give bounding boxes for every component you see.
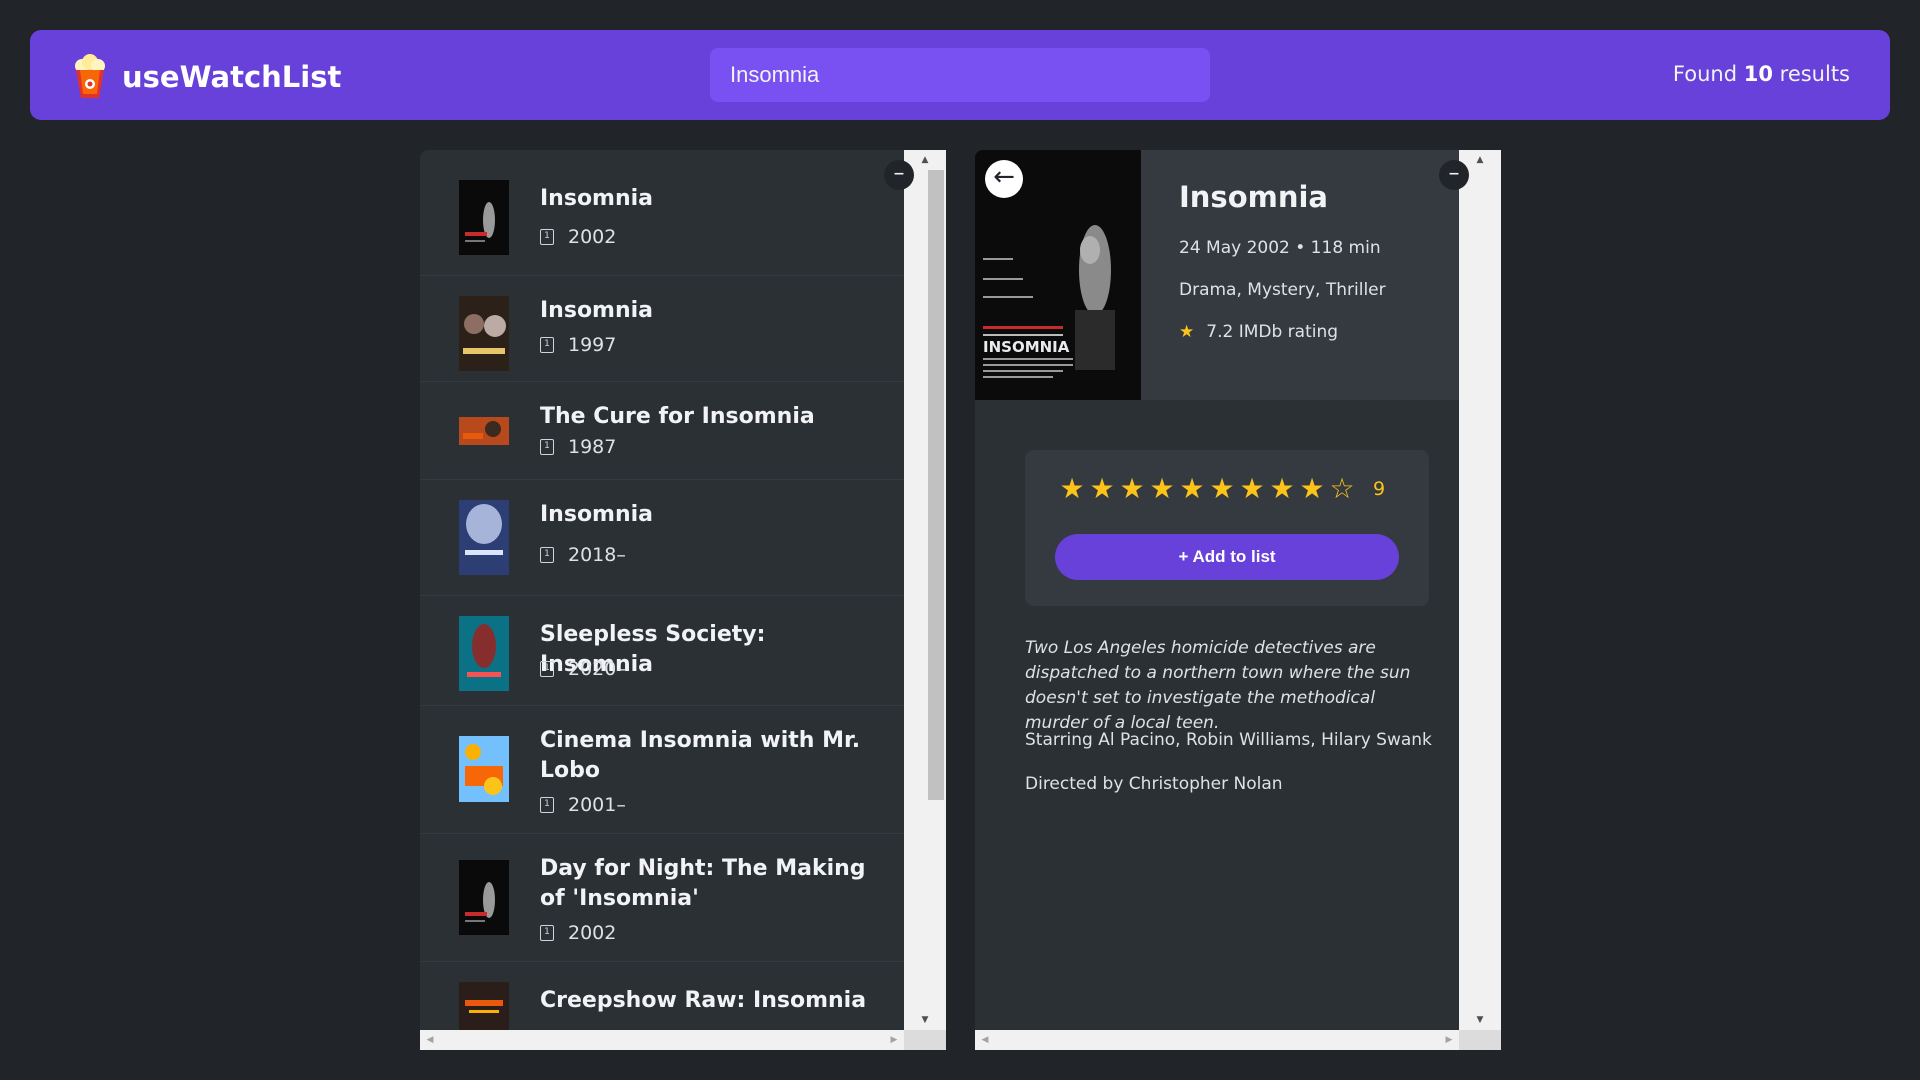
movie-poster — [459, 417, 509, 445]
logo: useWatchList — [72, 54, 341, 100]
movie-list: Insomnia 1 2002 Insomnia 1 1997 The Cure… — [420, 150, 904, 1050]
movie-list-item[interactable]: Day for Night: The Making of 'Insomnia' … — [420, 834, 904, 962]
details-horizontal-scrollbar[interactable]: ◀ ▶ — [975, 1030, 1459, 1050]
details-title: Insomnia — [1179, 180, 1328, 214]
star-filled-icon[interactable]: ★ — [1267, 474, 1297, 504]
movie-list-item[interactable]: Sleepless Society: Insomnia 1 2020– — [420, 596, 904, 706]
star-icon: ★ — [1179, 322, 1195, 342]
star-filled-icon[interactable]: ★ — [1147, 474, 1177, 504]
star-filled-icon[interactable]: ★ — [1237, 474, 1267, 504]
movie-year: 1 1987 — [540, 436, 616, 458]
movie-title: Insomnia — [540, 502, 654, 527]
list-vertical-scrollbar[interactable]: ▲ ▼ — [904, 150, 946, 1030]
star-filled-icon[interactable]: ★ — [1207, 474, 1237, 504]
star-filled-icon[interactable]: ★ — [1177, 474, 1207, 504]
details-director: Directed by Christopher Nolan — [1025, 774, 1283, 794]
details-release-runtime: 24 May 2002 • 118 min — [1179, 238, 1381, 258]
movie-year: 1 2020– — [540, 658, 626, 680]
movie-details-box: INSOMNIA ← Insomnia 24 May 2002 • 118 mi… — [975, 150, 1501, 1050]
movie-year: 1 2002 — [540, 922, 616, 944]
movie-title: Day for Night: The Making of 'Insomnia' — [540, 856, 866, 911]
scroll-down-arrow-icon[interactable]: ▼ — [1459, 1010, 1501, 1030]
movie-list-item[interactable]: Insomnia 1 2018– — [420, 480, 904, 596]
details-starring: Starring Al Pacino, Robin Williams, Hila… — [1025, 730, 1432, 750]
movie-title: Insomnia — [540, 186, 654, 211]
movie-list-item[interactable]: Insomnia 1 1997 — [420, 276, 904, 382]
calendar-icon: 1 — [540, 229, 554, 245]
scrollbar-thumb[interactable] — [928, 170, 944, 800]
popcorn-icon — [75, 54, 105, 98]
details-imdb-rating: ★ 7.2 IMDb rating — [1179, 322, 1339, 342]
movie-poster — [459, 500, 509, 575]
app-title: useWatchList — [122, 60, 342, 94]
add-to-list-button[interactable]: + Add to list — [1055, 534, 1399, 580]
calendar-icon: 1 — [540, 797, 554, 813]
movie-poster — [459, 616, 509, 691]
calendar-icon: 1 — [540, 337, 554, 353]
poster-title-text: INSOMNIA — [983, 338, 1070, 356]
star-filled-icon[interactable]: ★ — [1117, 474, 1147, 504]
movie-poster — [459, 860, 509, 935]
calendar-icon: 1 — [540, 547, 554, 563]
navbar: useWatchList Found 10 results — [30, 30, 1890, 120]
movie-title: Creepshow Raw: Insomnia — [540, 988, 867, 1013]
movie-year: 1 2002 — [540, 226, 616, 248]
movie-poster — [459, 296, 509, 371]
user-rating-value: 9 — [1373, 478, 1386, 500]
movie-list-item[interactable]: Insomnia 1 2002 — [420, 150, 904, 276]
search-input[interactable] — [710, 48, 1210, 102]
rating-box: ★ ★ ★ ★ ★ ★ ★ ★ ★ ☆ 9 + Add to list — [1025, 450, 1429, 606]
scroll-left-arrow-icon[interactable]: ◀ — [420, 1030, 440, 1050]
details-header: INSOMNIA ← Insomnia 24 May 2002 • 118 mi… — [975, 150, 1459, 400]
scroll-right-arrow-icon[interactable]: ▶ — [884, 1030, 904, 1050]
movie-title: Cinema Insomnia with Mr. Lobo — [540, 728, 861, 783]
collapse-details-button[interactable]: – — [1439, 160, 1469, 190]
details-genre: Drama, Mystery, Thriller — [1179, 280, 1386, 300]
movie-year: 1 1997 — [540, 334, 616, 356]
details-plot: Two Los Angeles homicide detectives are … — [1025, 638, 1411, 733]
movie-list-item[interactable]: The Cure for Insomnia 1 1987 — [420, 382, 904, 480]
star-filled-icon[interactable]: ★ — [1057, 474, 1087, 504]
list-horizontal-scrollbar[interactable]: ◀ ▶ — [420, 1030, 904, 1050]
scrollbar-corner — [1459, 1030, 1501, 1050]
scroll-left-arrow-icon[interactable]: ◀ — [975, 1030, 995, 1050]
scrollbar-corner — [904, 1030, 946, 1050]
movie-title: Insomnia — [540, 298, 654, 323]
scroll-right-arrow-icon[interactable]: ▶ — [1439, 1030, 1459, 1050]
movie-list-box: – Insomnia 1 2002 Insomnia 1 1997 The Cu… — [420, 150, 946, 1050]
collapse-list-button[interactable]: – — [884, 160, 914, 190]
star-empty-icon[interactable]: ☆ — [1327, 474, 1357, 504]
movie-list-item[interactable]: Cinema Insomnia with Mr. Lobo 1 2001– — [420, 706, 904, 834]
back-button[interactable]: ← — [985, 160, 1023, 198]
movie-poster — [459, 180, 509, 255]
results-number: 10 — [1743, 62, 1773, 86]
calendar-icon: 1 — [540, 925, 554, 941]
star-filled-icon[interactable]: ★ — [1297, 474, 1327, 504]
calendar-icon: 1 — [540, 439, 554, 455]
movie-title: The Cure for Insomnia — [540, 404, 815, 429]
results-count: Found 10 results — [1672, 62, 1850, 86]
movie-year: 1 2001– — [540, 794, 626, 816]
details-vertical-scrollbar[interactable]: ▲ ▼ — [1459, 150, 1501, 1030]
calendar-icon: 1 — [540, 661, 554, 677]
star-filled-icon[interactable]: ★ — [1087, 474, 1117, 504]
star-rating[interactable]: ★ ★ ★ ★ ★ ★ ★ ★ ★ ☆ 9 — [1057, 474, 1385, 504]
movie-poster — [459, 736, 509, 802]
movie-year: 1 2018– — [540, 544, 626, 566]
scroll-down-arrow-icon[interactable]: ▼ — [904, 1010, 946, 1030]
